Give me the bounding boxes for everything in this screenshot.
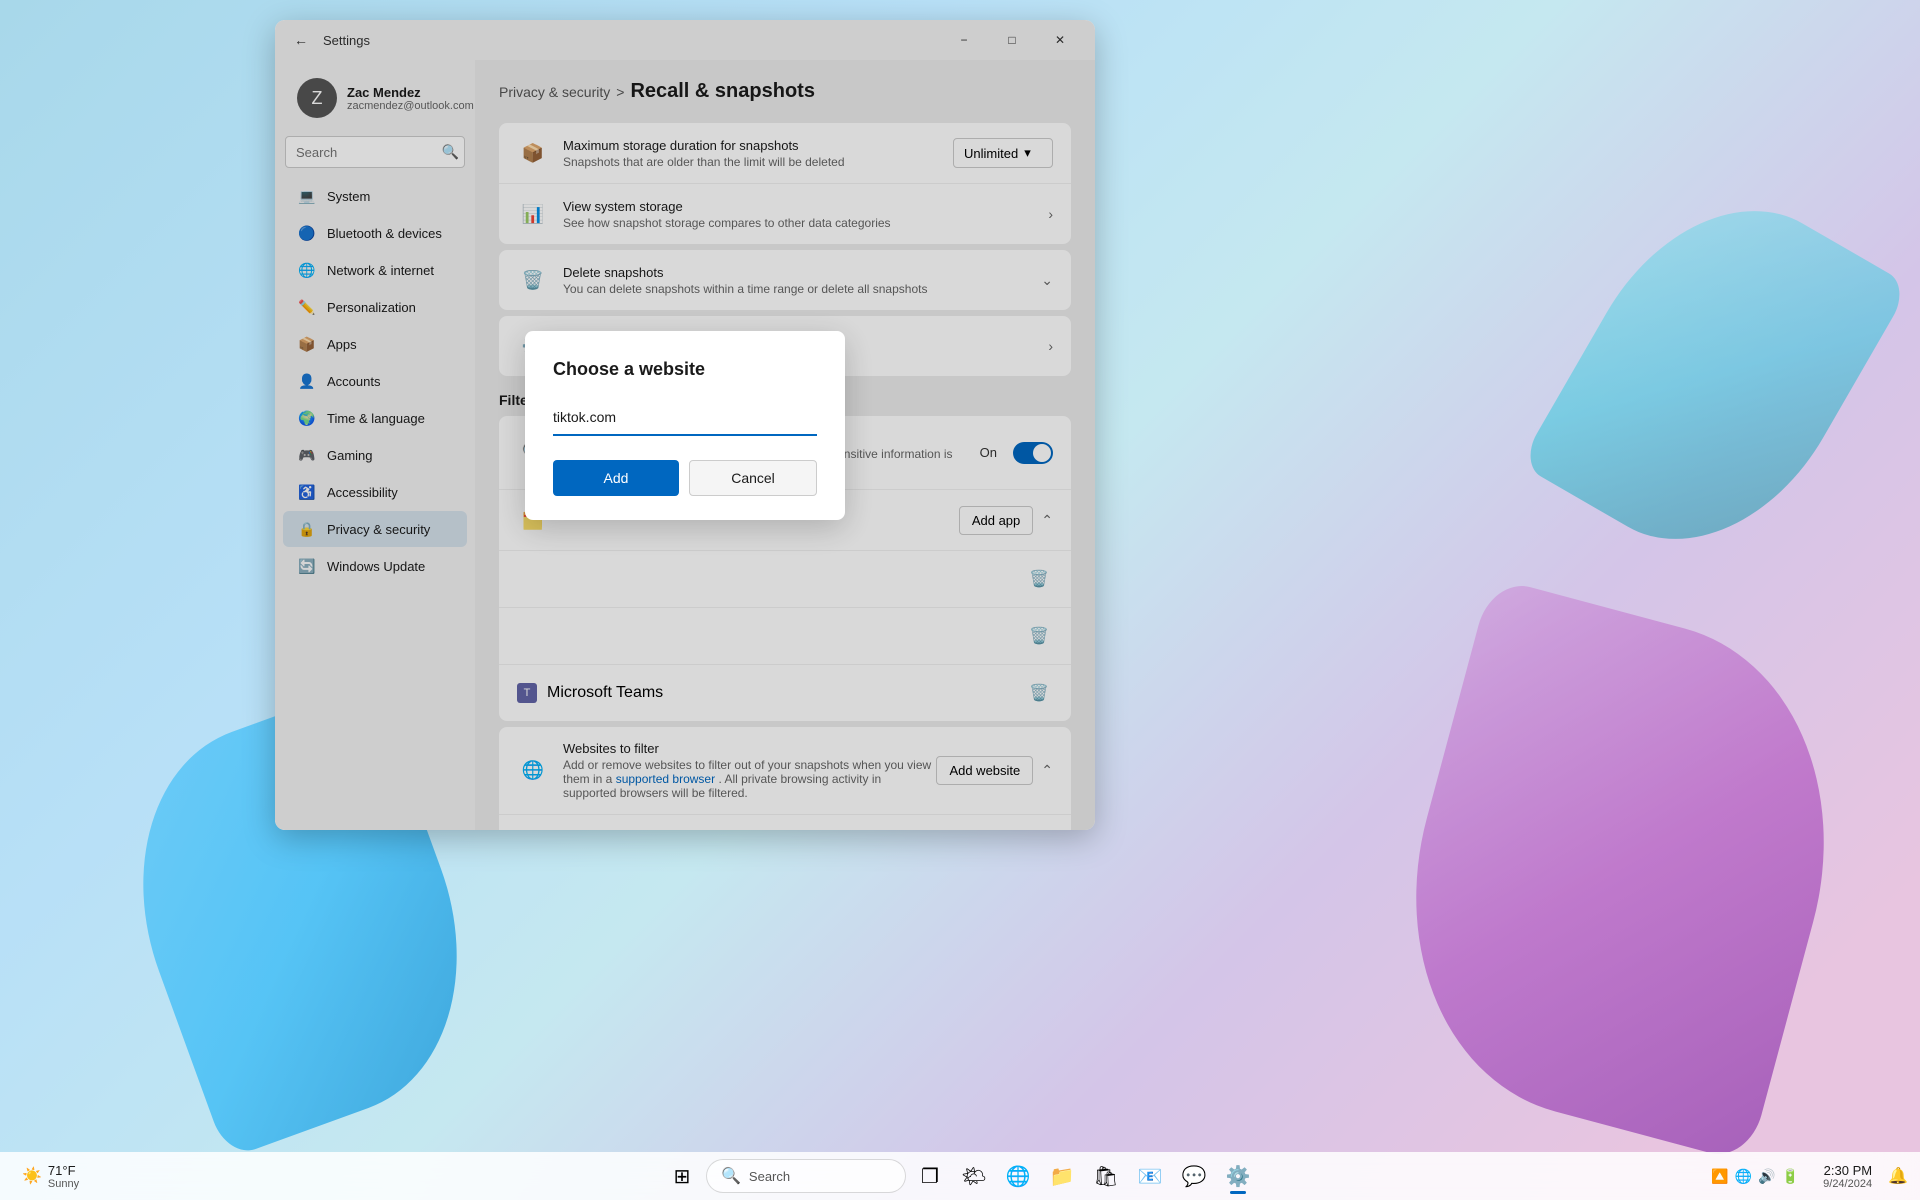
taskbar-widgets[interactable]: 🌤 xyxy=(954,1156,994,1196)
chevron-up-icon: 🔼 xyxy=(1711,1168,1728,1185)
network-tray-icon: 🌐 xyxy=(1735,1168,1752,1185)
taskbar-store[interactable]: 🛍 xyxy=(1086,1156,1126,1196)
main-content: Privacy & security > Recall & snapshots … xyxy=(475,60,1095,830)
system-tray[interactable]: 🔼 🌐 🔊 🔋 xyxy=(1703,1164,1807,1189)
dialog-buttons: Add Cancel xyxy=(553,460,817,496)
clock[interactable]: 2:30 PM 9/24/2024 xyxy=(1815,1159,1880,1194)
settings-body: Z Zac Mendez zacmendez@outlook.com 🔍 💻 S… xyxy=(275,60,1095,830)
bg-decoration-3 xyxy=(1519,161,1911,589)
weather-widget[interactable]: ☀️ 71°F Sunny xyxy=(12,1159,89,1194)
clock-date: 9/24/2024 xyxy=(1823,1178,1872,1190)
taskbar-search-text: Search xyxy=(749,1169,790,1184)
modal-overlay: Choose a website Add Cancel xyxy=(475,60,1095,830)
taskbar-taskview[interactable]: ❐ xyxy=(910,1156,950,1196)
taskbar-settings[interactable]: ⚙️ xyxy=(1218,1156,1258,1196)
taskbar-search-icon: 🔍 xyxy=(721,1166,741,1186)
dialog-cancel-button[interactable]: Cancel xyxy=(689,460,817,496)
battery-icon: 🔋 xyxy=(1782,1168,1799,1185)
taskbar-center: ⊞ 🔍 Search ❐ 🌤 🌐 📁 🛍 📧 💬 ⚙️ xyxy=(662,1156,1258,1196)
notifications-icon[interactable]: 🔔 xyxy=(1888,1166,1908,1186)
taskbar-edge[interactable]: 🌐 xyxy=(998,1156,1038,1196)
volume-icon: 🔊 xyxy=(1758,1168,1775,1185)
dialog-title: Choose a website xyxy=(553,359,817,380)
taskbar-start[interactable]: ⊞ xyxy=(662,1156,702,1196)
weather-icon: ☀️ xyxy=(22,1166,42,1186)
weather-temp: 71°F xyxy=(48,1163,79,1178)
taskbar-right: 🔼 🌐 🔊 🔋 2:30 PM 9/24/2024 🔔 xyxy=(1703,1159,1908,1194)
taskbar-explorer[interactable]: 📁 xyxy=(1042,1156,1082,1196)
choose-website-dialog: Choose a website Add Cancel xyxy=(525,331,845,520)
weather-desc: Sunny xyxy=(48,1178,79,1190)
bg-decoration-2 xyxy=(1362,577,1878,1163)
dialog-add-button[interactable]: Add xyxy=(553,460,679,496)
taskbar-mail[interactable]: 📧 xyxy=(1130,1156,1170,1196)
taskbar-search[interactable]: 🔍 Search xyxy=(706,1159,906,1193)
taskbar: ☀️ 71°F Sunny ⊞ 🔍 Search ❐ 🌤 🌐 📁 🛍 📧 💬 ⚙… xyxy=(0,1152,1920,1200)
settings-window: ← Settings − □ ✕ Z Zac Mendez zacmendez@… xyxy=(275,20,1095,830)
website-input[interactable] xyxy=(553,400,817,436)
taskbar-teams[interactable]: 💬 xyxy=(1174,1156,1214,1196)
clock-time: 2:30 PM xyxy=(1823,1163,1872,1178)
